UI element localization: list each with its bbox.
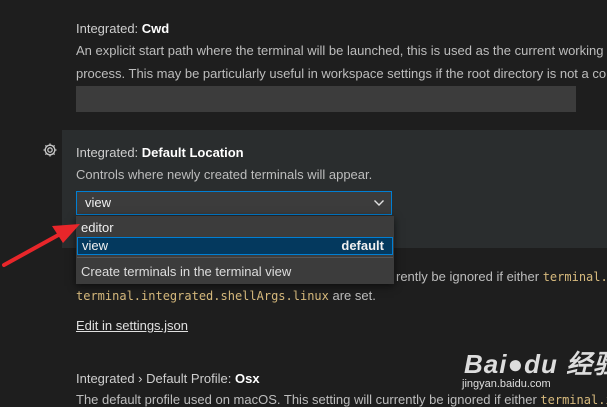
red-arrow-annotation	[2, 224, 80, 267]
dropdown-option-editor[interactable]: editor	[77, 219, 393, 237]
note-code: terminal.in	[542, 270, 607, 284]
setting-category: Integrated:	[76, 21, 142, 36]
setting-name: Cwd	[141, 21, 170, 36]
default-badge: default	[341, 238, 384, 253]
cwd-input[interactable]	[76, 86, 576, 112]
select-value: view	[85, 195, 112, 210]
shell-args-note-line2: terminal.integrated.shellArgs.linux are …	[76, 288, 376, 303]
shell-args-note-line1: rently be ignored if either terminal.in	[396, 269, 607, 284]
setting-title: Integrated: Cwd	[76, 21, 607, 37]
dropdown-separator	[77, 257, 393, 258]
setting-name: Osx	[234, 371, 260, 386]
note-text: are set.	[328, 288, 376, 303]
setting-title: Integrated: Default Location	[76, 145, 607, 161]
setting-description-line1: An explicit start path where the termina…	[76, 43, 604, 58]
default-location-select[interactable]: view	[76, 191, 392, 215]
setting-description-line2: process. This may be particularly useful…	[76, 66, 607, 81]
chevron-down-icon[interactable]	[373, 192, 385, 214]
setting-name: Default Location	[141, 145, 244, 160]
edit-in-settings-json-link[interactable]: Edit in settings.json	[76, 318, 188, 333]
setting-default-location: Integrated: Default Location Controls wh…	[76, 145, 607, 184]
note-code: terminal.integrated.shellArgs.linux	[76, 289, 329, 303]
gear-icon[interactable]	[42, 142, 58, 158]
settings-editor: Integrated: Cwd An explicit start path w…	[0, 0, 607, 407]
watermark-url: jingyan.baidu.com	[462, 378, 551, 390]
note-text: rently be ignored if either	[396, 269, 543, 284]
setting-cwd: Integrated: Cwd An explicit start path w…	[76, 21, 607, 83]
default-location-dropdown: editor view default Create terminals in …	[76, 216, 394, 284]
watermark-brand: Bai●du 经验	[464, 349, 607, 379]
dropdown-option-view[interactable]: view default	[77, 237, 393, 255]
setting-category: Integrated › Default Profile:	[76, 371, 235, 386]
setting-category: Integrated:	[76, 145, 142, 160]
option-description: Create terminals in the terminal view	[81, 264, 292, 279]
setting-description: Controls where newly created terminals w…	[76, 167, 373, 182]
baidu-watermark: Bai●du 经验 jingyan.baidu.com	[462, 340, 607, 400]
